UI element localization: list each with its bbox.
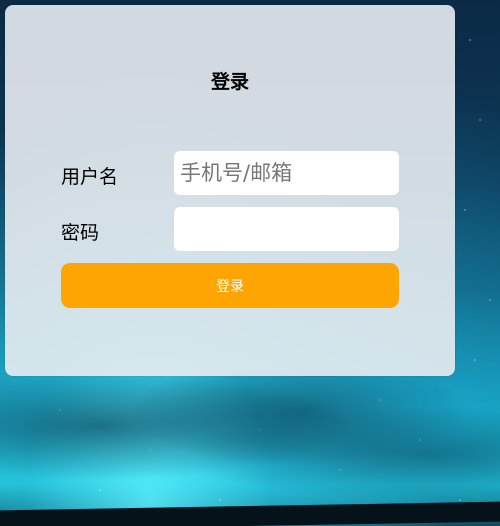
password-input[interactable] xyxy=(174,207,399,251)
username-input[interactable] xyxy=(174,151,399,195)
password-label: 密码 xyxy=(61,222,100,244)
clouds-decoration xyxy=(0,370,500,510)
login-title: 登录 xyxy=(210,71,249,93)
login-button[interactable]: 登录 xyxy=(61,263,399,308)
login-card: 登录 用户名 密码 登录 xyxy=(5,5,455,376)
username-label: 用户名 xyxy=(61,166,119,188)
